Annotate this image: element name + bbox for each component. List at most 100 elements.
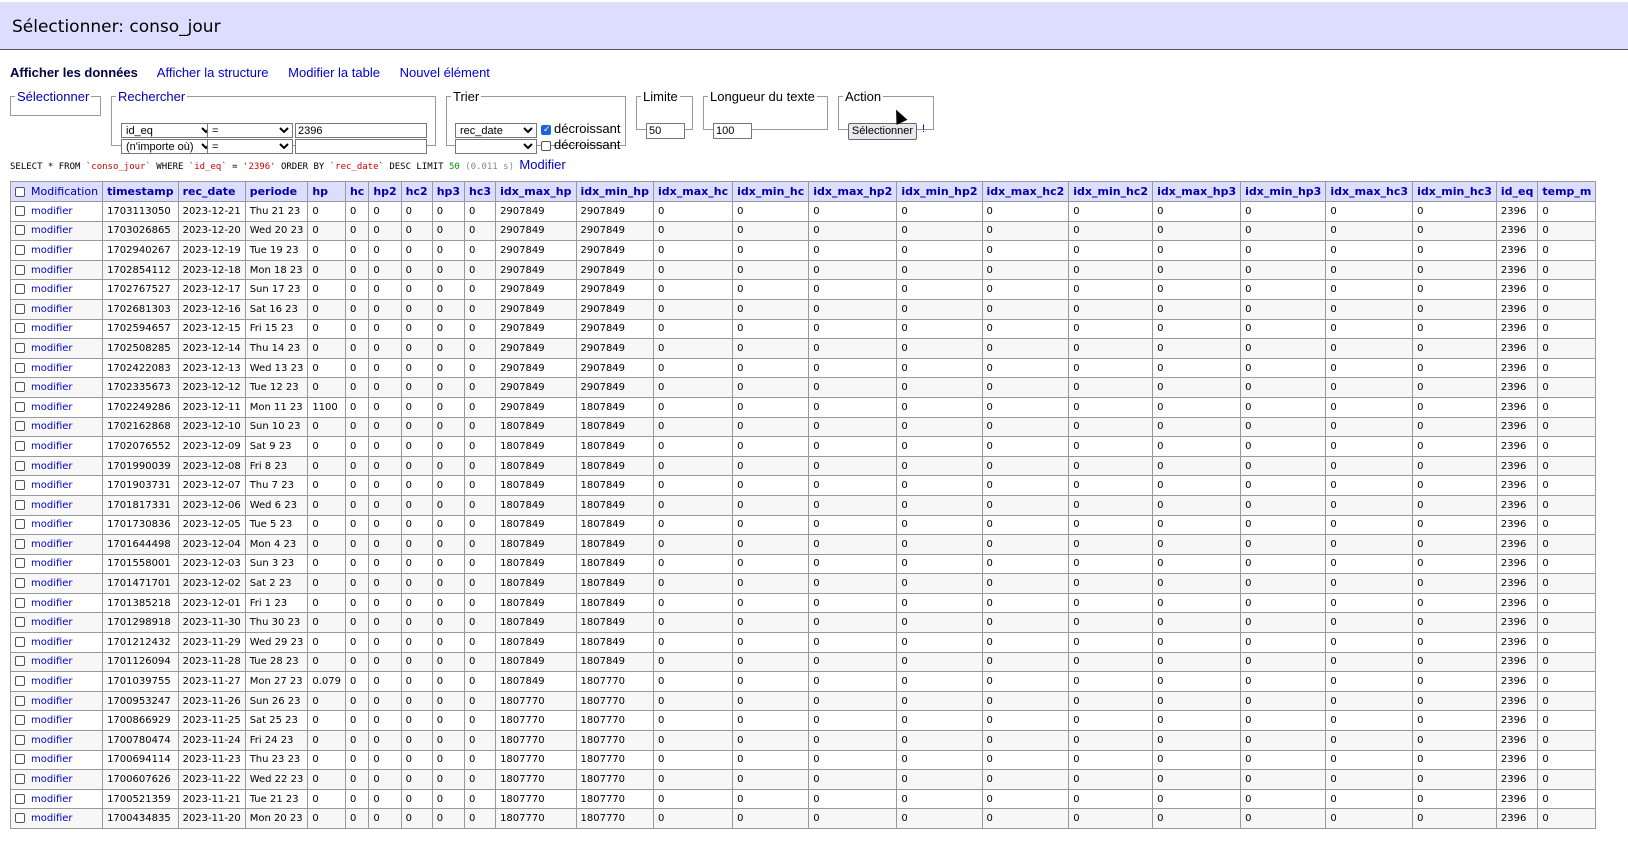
row-modify-link[interactable]: modifier xyxy=(31,754,73,765)
column-header-idx-max-hp[interactable]: idx_max_hp xyxy=(495,181,577,202)
link-show-structure[interactable]: Afficher la structure xyxy=(157,65,269,80)
row-modify-link[interactable]: modifier xyxy=(31,794,73,805)
sort-column-select-2[interactable] xyxy=(455,139,537,154)
row-checkbox[interactable] xyxy=(15,578,25,589)
row-checkbox[interactable] xyxy=(15,676,25,687)
row-modify-link[interactable]: modifier xyxy=(31,441,73,452)
column-header-idx-max-hc2[interactable]: idx_max_hc2 xyxy=(981,181,1070,202)
column-header-idx-min-hp3[interactable]: idx_min_hp3 xyxy=(1240,181,1327,202)
column-header-idx-min-hc3[interactable]: idx_min_hc3 xyxy=(1412,181,1497,202)
row-checkbox[interactable] xyxy=(15,617,25,628)
row-checkbox[interactable] xyxy=(15,205,25,216)
row-modify-link[interactable]: modifier xyxy=(31,206,73,217)
row-modify-link[interactable]: modifier xyxy=(31,480,73,491)
column-header-modification[interactable]: Modification xyxy=(10,181,104,202)
row-modify-link[interactable]: modifier xyxy=(31,735,73,746)
row-modify-link[interactable]: modifier xyxy=(31,461,73,472)
row-checkbox[interactable] xyxy=(15,284,25,295)
row-modify-link[interactable]: modifier xyxy=(31,519,73,530)
column-header-hc2[interactable]: hc2 xyxy=(400,181,433,202)
sort-desc-label-2[interactable]: décroissant xyxy=(554,137,620,152)
row-checkbox[interactable] xyxy=(15,342,25,353)
search-operator-select-1[interactable]: = xyxy=(207,123,293,138)
row-checkbox[interactable] xyxy=(15,460,25,471)
sort-desc-checkbox-1[interactable] xyxy=(541,124,551,135)
select-all-checkbox[interactable] xyxy=(15,187,25,197)
row-modify-link[interactable]: modifier xyxy=(31,402,73,413)
row-modify-link[interactable]: modifier xyxy=(31,656,73,667)
column-header-hc3[interactable]: hc3 xyxy=(464,181,497,202)
row-modify-link[interactable]: modifier xyxy=(31,382,73,393)
row-modify-link[interactable]: modifier xyxy=(31,715,73,726)
row-modify-link[interactable]: modifier xyxy=(31,676,73,687)
select-submit-button[interactable]: Sélectionner xyxy=(848,123,917,140)
row-modify-link[interactable]: modifier xyxy=(31,558,73,569)
row-checkbox[interactable] xyxy=(15,597,25,608)
row-modify-link[interactable]: modifier xyxy=(31,500,73,511)
row-checkbox[interactable] xyxy=(15,636,25,647)
row-modify-link[interactable]: modifier xyxy=(31,539,73,550)
row-checkbox[interactable] xyxy=(15,323,25,334)
row-checkbox[interactable] xyxy=(15,558,25,569)
link-new-item[interactable]: Nouvel élément xyxy=(400,65,490,80)
row-checkbox[interactable] xyxy=(15,244,25,255)
row-modify-link[interactable]: modifier xyxy=(31,637,73,648)
select-columns-fieldset[interactable]: Sélectionner xyxy=(10,89,101,116)
row-modify-link[interactable]: modifier xyxy=(31,343,73,354)
row-checkbox[interactable] xyxy=(15,695,25,706)
row-modify-link[interactable]: modifier xyxy=(31,363,73,374)
row-checkbox[interactable] xyxy=(15,774,25,785)
row-modify-link[interactable]: modifier xyxy=(31,265,73,276)
row-checkbox[interactable] xyxy=(15,499,25,510)
search-legend[interactable]: Rechercher xyxy=(116,89,187,104)
row-checkbox[interactable] xyxy=(15,440,25,451)
row-checkbox[interactable] xyxy=(15,734,25,745)
row-checkbox[interactable] xyxy=(15,813,25,824)
sort-desc-label-1[interactable]: décroissant xyxy=(554,121,620,136)
column-header-hp2[interactable]: hp2 xyxy=(368,181,402,202)
sql-modify-link[interactable]: Modifier xyxy=(519,157,565,172)
select-columns-legend[interactable]: Sélectionner xyxy=(15,89,91,104)
row-checkbox[interactable] xyxy=(15,519,25,530)
row-checkbox[interactable] xyxy=(15,264,25,275)
row-checkbox[interactable] xyxy=(15,225,25,236)
row-modify-link[interactable]: modifier xyxy=(31,323,73,334)
search-value-input-1[interactable] xyxy=(295,123,427,138)
row-modify-link[interactable]: modifier xyxy=(31,813,73,824)
row-checkbox[interactable] xyxy=(15,480,25,491)
row-checkbox[interactable] xyxy=(15,382,25,393)
action-extra-link[interactable]: ! xyxy=(922,123,925,135)
row-checkbox[interactable] xyxy=(15,401,25,412)
column-header-rec-date[interactable]: rec_date xyxy=(177,181,246,202)
column-header-idx-max-hc[interactable]: idx_max_hc xyxy=(653,181,734,202)
row-checkbox[interactable] xyxy=(15,303,25,314)
column-header-idx-max-hp3[interactable]: idx_max_hp3 xyxy=(1152,181,1242,202)
sort-column-select-1[interactable]: rec_date xyxy=(455,123,537,138)
row-modify-link[interactable]: modifier xyxy=(31,421,73,432)
column-header-id-eq[interactable]: id_eq xyxy=(1495,181,1539,202)
row-modify-link[interactable]: modifier xyxy=(31,617,73,628)
search-value-input-2[interactable] xyxy=(295,139,427,154)
row-modify-link[interactable]: modifier xyxy=(31,284,73,295)
column-header-hp3[interactable]: hp3 xyxy=(431,181,466,202)
row-modify-link[interactable]: modifier xyxy=(31,696,73,707)
text-length-input[interactable] xyxy=(713,123,752,139)
row-modify-link[interactable]: modifier xyxy=(31,304,73,315)
row-modify-link[interactable]: modifier xyxy=(31,245,73,256)
column-header-hp[interactable]: hp xyxy=(307,181,346,202)
column-header-idx-min-hp[interactable]: idx_min_hp xyxy=(575,181,655,202)
row-checkbox[interactable] xyxy=(15,715,25,726)
row-checkbox[interactable] xyxy=(15,421,25,432)
row-checkbox[interactable] xyxy=(15,793,25,804)
row-modify-link[interactable]: modifier xyxy=(31,598,73,609)
column-header-idx-max-hp2[interactable]: idx_max_hp2 xyxy=(808,181,898,202)
row-checkbox[interactable] xyxy=(15,754,25,765)
search-operator-select-2[interactable]: = xyxy=(207,139,293,154)
sort-desc-checkbox-2[interactable] xyxy=(541,141,551,151)
row-checkbox[interactable] xyxy=(15,538,25,549)
limit-input[interactable] xyxy=(646,123,685,139)
row-modify-link[interactable]: modifier xyxy=(31,578,73,589)
row-checkbox[interactable] xyxy=(15,656,25,667)
column-header-idx-min-hp2[interactable]: idx_min_hp2 xyxy=(896,181,983,202)
row-checkbox[interactable] xyxy=(15,362,25,373)
